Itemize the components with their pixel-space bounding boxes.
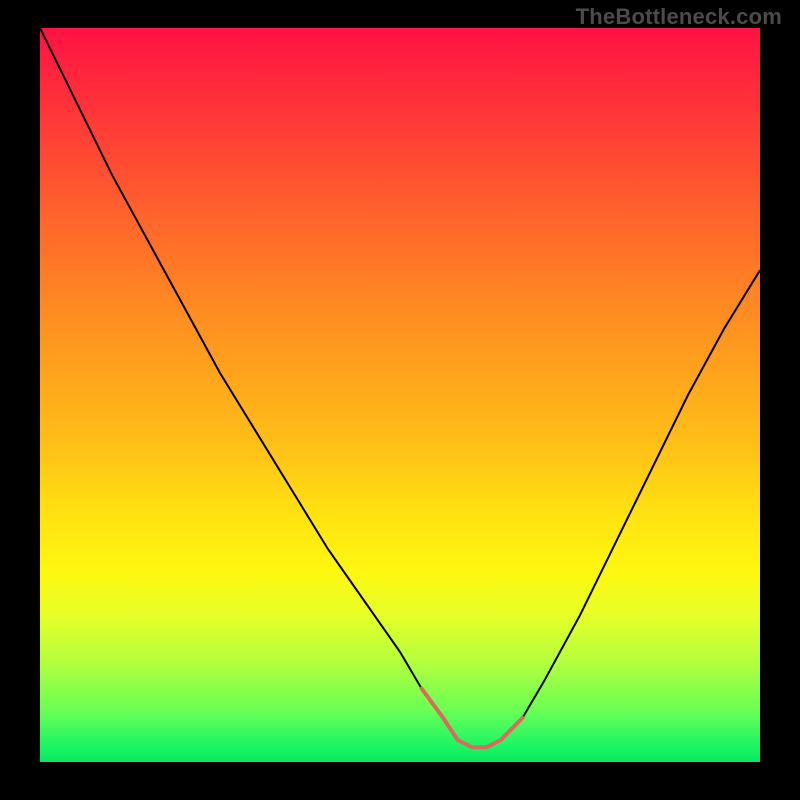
watermark-text: TheBottleneck.com <box>576 4 782 30</box>
bottleneck-curve <box>40 28 760 747</box>
plot-area <box>40 28 760 762</box>
chart-frame: TheBottleneck.com <box>0 0 800 800</box>
chart-svg <box>40 28 760 762</box>
optimal-range-marker <box>422 689 523 748</box>
